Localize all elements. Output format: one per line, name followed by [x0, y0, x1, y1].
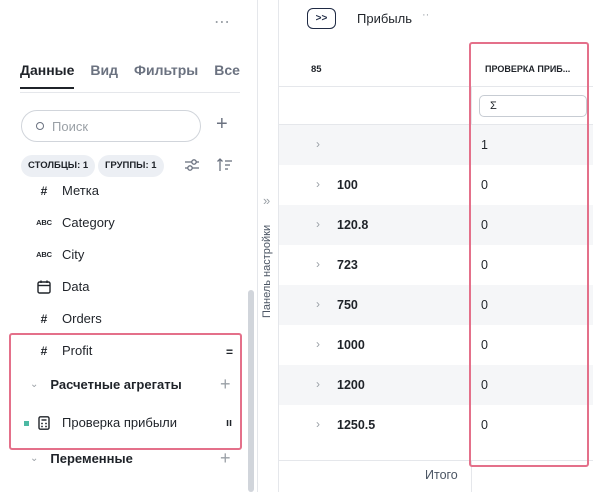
chevron-right-icon[interactable]: ›: [316, 297, 320, 311]
chevron-right-icon[interactable]: ›: [316, 377, 320, 391]
group-label: Переменные: [50, 451, 133, 466]
sort-icon[interactable]: [216, 156, 234, 174]
columns-chip[interactable]: СТОЛБЦЫ: 1: [21, 155, 96, 177]
groups-chip[interactable]: ГРУППЫ: 1: [98, 155, 164, 177]
field-item-orders[interactable]: # Orders: [36, 311, 102, 326]
chevron-right-icon[interactable]: ›: [316, 217, 320, 231]
row-key: 120.8: [337, 218, 369, 232]
field-label: City: [62, 247, 85, 262]
row-key: 100: [337, 178, 358, 192]
tab-all[interactable]: Все: [214, 62, 240, 89]
field-item-data[interactable]: Data: [36, 279, 89, 294]
field-item-category[interactable]: ABC Category: [36, 215, 115, 230]
chevron-right-icon[interactable]: ›: [316, 137, 320, 151]
tabs-divider: [20, 92, 240, 93]
highlight-box-fields: [9, 333, 242, 450]
calendar-icon: [37, 280, 51, 294]
chevron-right-icon[interactable]: ›: [316, 177, 320, 191]
expand-icon[interactable]: »: [263, 193, 270, 208]
report-title[interactable]: Прибыль: [357, 11, 412, 26]
chevron-right-icon[interactable]: ›: [316, 257, 320, 271]
number-field-icon: #: [40, 183, 48, 198]
row-header[interactable]: 85: [311, 64, 322, 75]
collapse-toggle-button[interactable]: >>: [307, 8, 336, 29]
field-item-metka[interactable]: # Метка: [36, 183, 99, 198]
data-panel: ⋯ Данные Вид Фильтры Все Поиск + СТОЛБЦЫ…: [0, 0, 256, 492]
highlight-box-column: [469, 42, 589, 467]
add-field-button[interactable]: +: [216, 114, 228, 134]
row-key: 1250.5: [337, 418, 376, 432]
group-variables[interactable]: ⌄ Переменные: [30, 451, 133, 466]
string-field-icon: ABC: [36, 218, 52, 227]
add-variable-button[interactable]: +: [220, 449, 231, 467]
chevron-right-icon[interactable]: ›: [316, 337, 320, 351]
row-key: 750: [337, 298, 358, 312]
settings-panel-label[interactable]: Панель настройки: [261, 225, 273, 318]
row-key: 723: [337, 258, 358, 272]
row-key: 1000: [337, 338, 365, 352]
search-icon: [36, 122, 44, 130]
number-field-icon: #: [40, 311, 48, 326]
field-list-scrollbar[interactable]: [248, 290, 254, 492]
row-key: 1200: [337, 378, 365, 392]
tab-view[interactable]: Вид: [90, 62, 118, 89]
panel-tabs: Данные Вид Фильтры Все: [20, 62, 240, 89]
field-item-city[interactable]: ABC City: [36, 247, 84, 262]
field-label: Orders: [62, 311, 102, 326]
string-field-icon: ABC: [36, 250, 52, 259]
total-label: Итого: [425, 468, 458, 482]
settings-sliders-icon[interactable]: [183, 156, 201, 174]
field-label: Метка: [62, 183, 99, 198]
search-placeholder: Поиск: [52, 118, 89, 134]
tab-data[interactable]: Данные: [20, 62, 75, 89]
chevron-down-icon[interactable]: ⌄: [30, 453, 38, 464]
title-menu-icon[interactable]: ··: [422, 9, 429, 21]
chevron-right-icon[interactable]: ›: [316, 417, 320, 431]
search-input[interactable]: Поиск: [21, 110, 201, 142]
field-label: Category: [62, 215, 115, 230]
field-label: Data: [62, 279, 90, 294]
tab-filters[interactable]: Фильтры: [134, 62, 198, 89]
more-options-icon[interactable]: ⋯: [214, 12, 231, 32]
settings-panel-toggle[interactable]: » Панель настройки: [258, 0, 278, 492]
